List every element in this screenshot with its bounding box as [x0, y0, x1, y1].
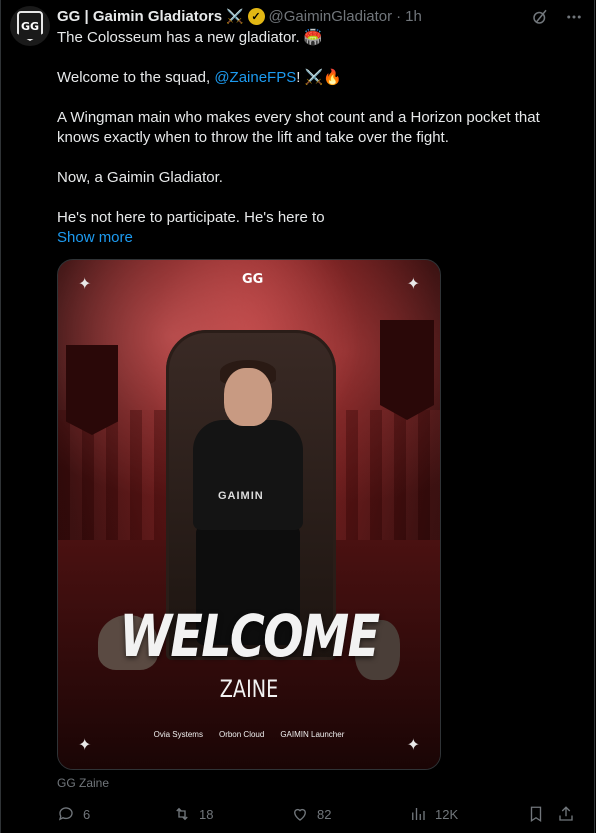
like-button[interactable]: 82 — [291, 805, 331, 823]
welcome-prefix: Welcome to the squad, — [57, 69, 215, 86]
sponsor-row: Ovia Systems Orbon Cloud GAIMIN Launcher — [58, 730, 440, 739]
sponsor-gaimin: GAIMIN Launcher — [280, 730, 345, 739]
reply-icon — [58, 807, 73, 821]
share-button[interactable] — [557, 805, 575, 823]
repost-count: 18 — [199, 806, 214, 822]
repost-button[interactable]: 18 — [173, 805, 213, 823]
separator-dot: · — [396, 7, 402, 25]
mention-link[interactable]: @ZaineFPS — [214, 69, 296, 86]
share-icon — [559, 806, 573, 821]
text-line-1: The Colosseum has a new gladiator. 🏟️ — [57, 29, 323, 46]
views-icon — [412, 808, 425, 820]
repost-icon — [176, 807, 188, 821]
tweet-header: GG | Gaimin Gladiators ⚔️ ✓ @GaiminGladi… — [57, 6, 422, 26]
author-handle[interactable]: @GaiminGladiator — [269, 8, 393, 25]
banner-right — [380, 320, 434, 420]
jersey-text: GAIMIN — [218, 490, 264, 502]
author-name[interactable]: GG | Gaimin Gladiators — [57, 8, 222, 25]
show-more-link[interactable]: Show more — [57, 228, 577, 248]
reply-count: 6 — [83, 806, 91, 822]
tweet-image[interactable]: GAIMIN ✦ ✦ ✦ ✦ GG WELCOME ZAINE Ovia Sys… — [57, 259, 441, 770]
reply-button[interactable]: 6 — [57, 805, 90, 823]
tweet-top-actions — [530, 7, 584, 27]
views-button[interactable]: 12K — [409, 805, 458, 823]
player-figure — [193, 420, 303, 530]
player-name: ZAINE — [219, 675, 279, 703]
sponsor-ovia: Ovia Systems — [153, 730, 203, 739]
text-paragraph-3: A Wingman main who makes every shot coun… — [57, 109, 540, 146]
text-paragraph-5: He's not here to participate. He's here … — [57, 209, 325, 226]
grok-icon[interactable] — [530, 7, 550, 27]
tweet-text: The Colosseum has a new gladiator. 🏟️ We… — [57, 28, 577, 248]
corner-ornament-icon: ✦ — [78, 276, 92, 293]
tweet-actions: 6 18 82 12K — [57, 804, 577, 824]
image-caption: GG Zaine — [57, 776, 110, 790]
text-welcome: Welcome to the squad, @ZaineFPS! ⚔️🔥 — [57, 68, 577, 88]
right-border — [594, 0, 595, 833]
heart-icon — [294, 808, 306, 821]
more-options-icon[interactable] — [564, 7, 584, 27]
bookmark-button[interactable] — [527, 805, 545, 823]
gg-logo-icon: GG — [242, 272, 264, 287]
swords-emoji: ⚔️ — [226, 7, 244, 24]
banner-left — [66, 345, 118, 435]
verified-badge-icon[interactable]: ✓ — [247, 7, 265, 25]
welcome-headline: WELCOME — [119, 602, 381, 670]
corner-ornament-icon: ✦ — [406, 276, 420, 293]
avatar[interactable]: GG — [10, 6, 50, 46]
welcome-suffix: ! ⚔️🔥 — [296, 69, 342, 86]
left-border — [0, 0, 1, 833]
gg-logo-icon: GG — [17, 11, 43, 41]
bookmark-icon — [530, 806, 542, 823]
timestamp[interactable]: 1h — [405, 8, 422, 25]
sponsor-orbon: Orbon Cloud — [218, 730, 265, 739]
text-paragraph-4: Now, a Gaimin Gladiator. — [57, 169, 223, 186]
like-count: 82 — [317, 806, 332, 822]
views-count: 12K — [435, 806, 459, 822]
